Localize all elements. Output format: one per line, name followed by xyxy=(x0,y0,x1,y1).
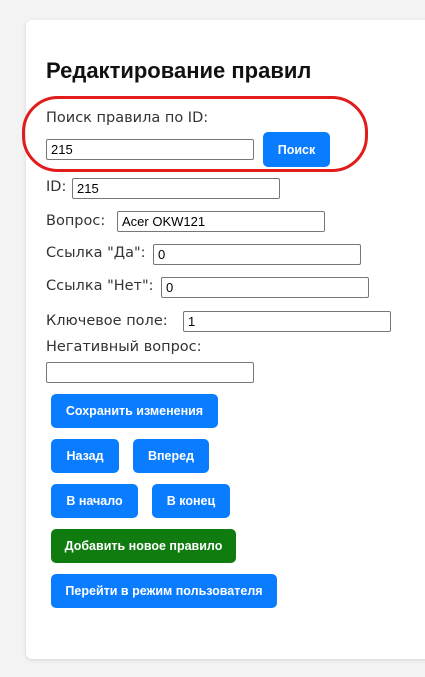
yes-link-field[interactable] xyxy=(153,244,361,265)
user-mode-button[interactable]: Перейти в режим пользователя xyxy=(51,574,277,608)
key-field-label: Ключевое поле: xyxy=(46,313,168,329)
to-start-button[interactable]: В начало xyxy=(51,484,138,518)
back-button[interactable]: Назад xyxy=(51,439,119,473)
question-field[interactable] xyxy=(117,211,325,232)
no-link-field[interactable] xyxy=(161,277,369,298)
id-field[interactable] xyxy=(72,178,280,199)
search-input[interactable] xyxy=(46,139,254,160)
negative-question-field[interactable] xyxy=(46,362,254,383)
save-changes-button[interactable]: Сохранить изменения xyxy=(51,394,218,428)
search-label: Поиск правила по ID: xyxy=(46,110,209,126)
page-title: Редактирование правил xyxy=(46,58,312,83)
key-field[interactable] xyxy=(183,311,391,332)
add-rule-button[interactable]: Добавить новое правило xyxy=(51,529,236,563)
yes-link-label: Ссылка "Да": xyxy=(46,245,146,261)
negative-question-label: Негативный вопрос: xyxy=(46,339,202,355)
search-button[interactable]: Поиск xyxy=(263,132,330,167)
forward-button[interactable]: Вперед xyxy=(133,439,209,473)
question-label: Вопрос: xyxy=(46,213,106,229)
id-label: ID: xyxy=(46,179,67,195)
to-end-button[interactable]: В конец xyxy=(152,484,230,518)
no-link-label: Ссылка "Нет": xyxy=(46,278,154,294)
